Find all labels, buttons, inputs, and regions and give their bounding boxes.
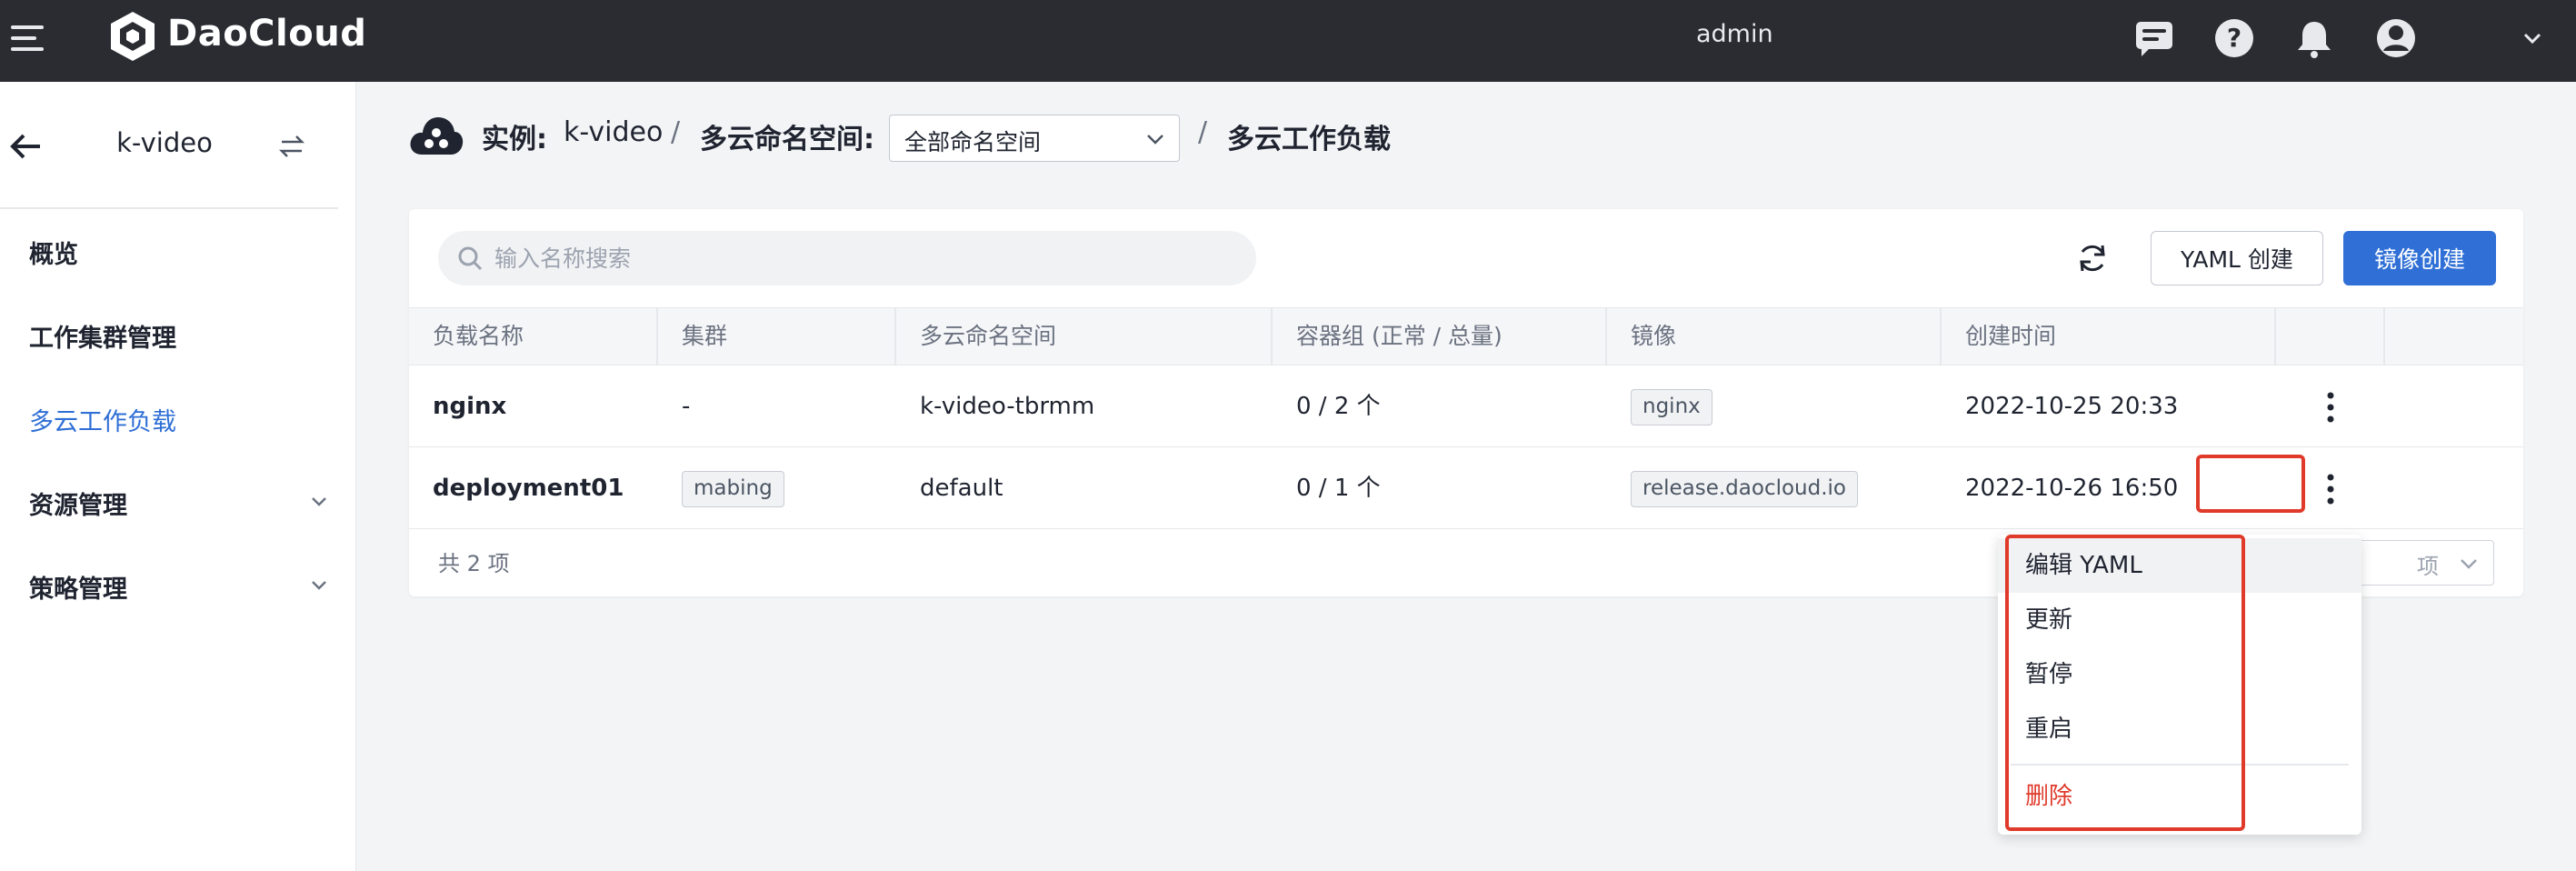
user-name[interactable]: admin: [1696, 20, 1773, 48]
namespace-select-value: 全部命名空间: [904, 129, 1042, 155]
breadcrumb-instance-link[interactable]: k-video: [564, 116, 663, 148]
top-bar: DaoCloud ? admin: [0, 0, 2576, 82]
namespace-select[interactable]: 全部命名空间: [889, 115, 1180, 162]
svg-text:?: ?: [2227, 23, 2242, 53]
sidebar-item-policies[interactable]: 策略管理: [29, 569, 127, 605]
daocloud-logo-icon: [111, 12, 155, 61]
breadcrumb-current: 多云工作负载: [1227, 124, 1391, 155]
column-header-image[interactable]: 镜像: [1607, 308, 1942, 365]
cluster-tag: mabing: [682, 470, 784, 507]
chevron-down-icon[interactable]: [305, 487, 333, 515]
highlight-box: [2005, 535, 2245, 831]
page-size-value: 项: [2417, 554, 2439, 579]
sidebar-item-clusters[interactable]: 工作集群管理: [29, 318, 176, 354]
brand-name: DaoCloud: [167, 13, 367, 55]
breadcrumb-instance-label: 实例:: [482, 124, 547, 155]
pods-cell: 0 / 1 个: [1296, 475, 1381, 502]
namespace-cell: k-video-tbrmm: [920, 393, 1095, 420]
search-input[interactable]: [494, 231, 1240, 285]
created-cell: 2022-10-25 20:33: [1965, 393, 2179, 420]
refresh-icon[interactable]: [2074, 240, 2111, 276]
column-header-cluster[interactable]: 集群: [658, 308, 896, 365]
breadcrumb-namespace-label: 多云命名空间:: [700, 124, 874, 155]
created-cell: 2022-10-26 16:50: [1965, 475, 2179, 502]
message-icon[interactable]: [2132, 16, 2176, 60]
table-row[interactable]: deployment01 mabing default 0 / 1 个 rele…: [409, 447, 2523, 529]
total-count: 共 2 项: [438, 551, 510, 576]
sidebar-item-overview[interactable]: 概览: [29, 235, 78, 270]
sidebar-item-resources[interactable]: 资源管理: [29, 486, 127, 521]
chevron-down-icon: [2461, 559, 2477, 569]
chevron-down-icon: [1147, 135, 1163, 145]
back-arrow-icon[interactable]: [7, 128, 44, 165]
column-header-pods[interactable]: 容器组 (正常 / 总量): [1273, 308, 1607, 365]
more-actions-icon[interactable]: [2325, 391, 2336, 424]
sidebar-instance-title: k-video: [116, 127, 213, 158]
bell-icon[interactable]: [2292, 16, 2336, 60]
cluster-cell: mabing: [658, 447, 784, 529]
sidebar-item-workloads[interactable]: 多云工作负载: [29, 402, 176, 437]
help-icon[interactable]: ?: [2212, 16, 2256, 60]
workload-name-link[interactable]: deployment01: [409, 447, 624, 529]
image-create-button[interactable]: 镜像创建: [2343, 231, 2496, 285]
yaml-create-button[interactable]: YAML 创建: [2151, 231, 2323, 285]
more-actions-icon[interactable]: [2325, 473, 2336, 506]
table-header: 负载名称 集群 多云命名空间 容器组 (正常 / 总量) 镜像 创建时间: [409, 307, 2523, 365]
switch-icon[interactable]: [276, 131, 307, 162]
table-row[interactable]: nginx - k-video-tbrmm 0 / 2 个 nginx 2022…: [409, 365, 2523, 447]
chevron-down-icon[interactable]: [2520, 25, 2545, 51]
column-header-name[interactable]: 负载名称: [409, 308, 658, 365]
sidebar-divider: [0, 207, 338, 209]
highlight-box: [2196, 455, 2305, 513]
avatar-icon[interactable]: [2374, 16, 2418, 60]
breadcrumb-separator: /: [1198, 116, 1208, 148]
image-cell: release.daocloud.io: [1607, 447, 1859, 529]
column-header-namespace[interactable]: 多云命名空间: [896, 308, 1273, 365]
search-icon: [458, 246, 483, 271]
breadcrumb-separator: /: [671, 116, 681, 148]
image-cell: nginx: [1607, 365, 1712, 447]
pods-cell: 0 / 2 个: [1296, 393, 1381, 420]
namespace-cell: default: [920, 475, 1003, 502]
chevron-down-icon[interactable]: [305, 571, 333, 598]
cluster-cell: -: [682, 393, 691, 420]
menu-icon[interactable]: [11, 24, 45, 55]
image-tag: release.daocloud.io: [1631, 470, 1859, 507]
image-tag: nginx: [1631, 388, 1712, 425]
cloud-icon: [410, 117, 464, 155]
search-box[interactable]: [438, 231, 1256, 285]
column-header-created[interactable]: 创建时间: [1942, 308, 2276, 365]
sidebar: k-video 概览 工作集群管理 多云工作负载 资源管理 策略管理: [0, 82, 356, 871]
workload-name-link[interactable]: nginx: [409, 365, 506, 447]
column-header-actions: [2276, 308, 2385, 365]
